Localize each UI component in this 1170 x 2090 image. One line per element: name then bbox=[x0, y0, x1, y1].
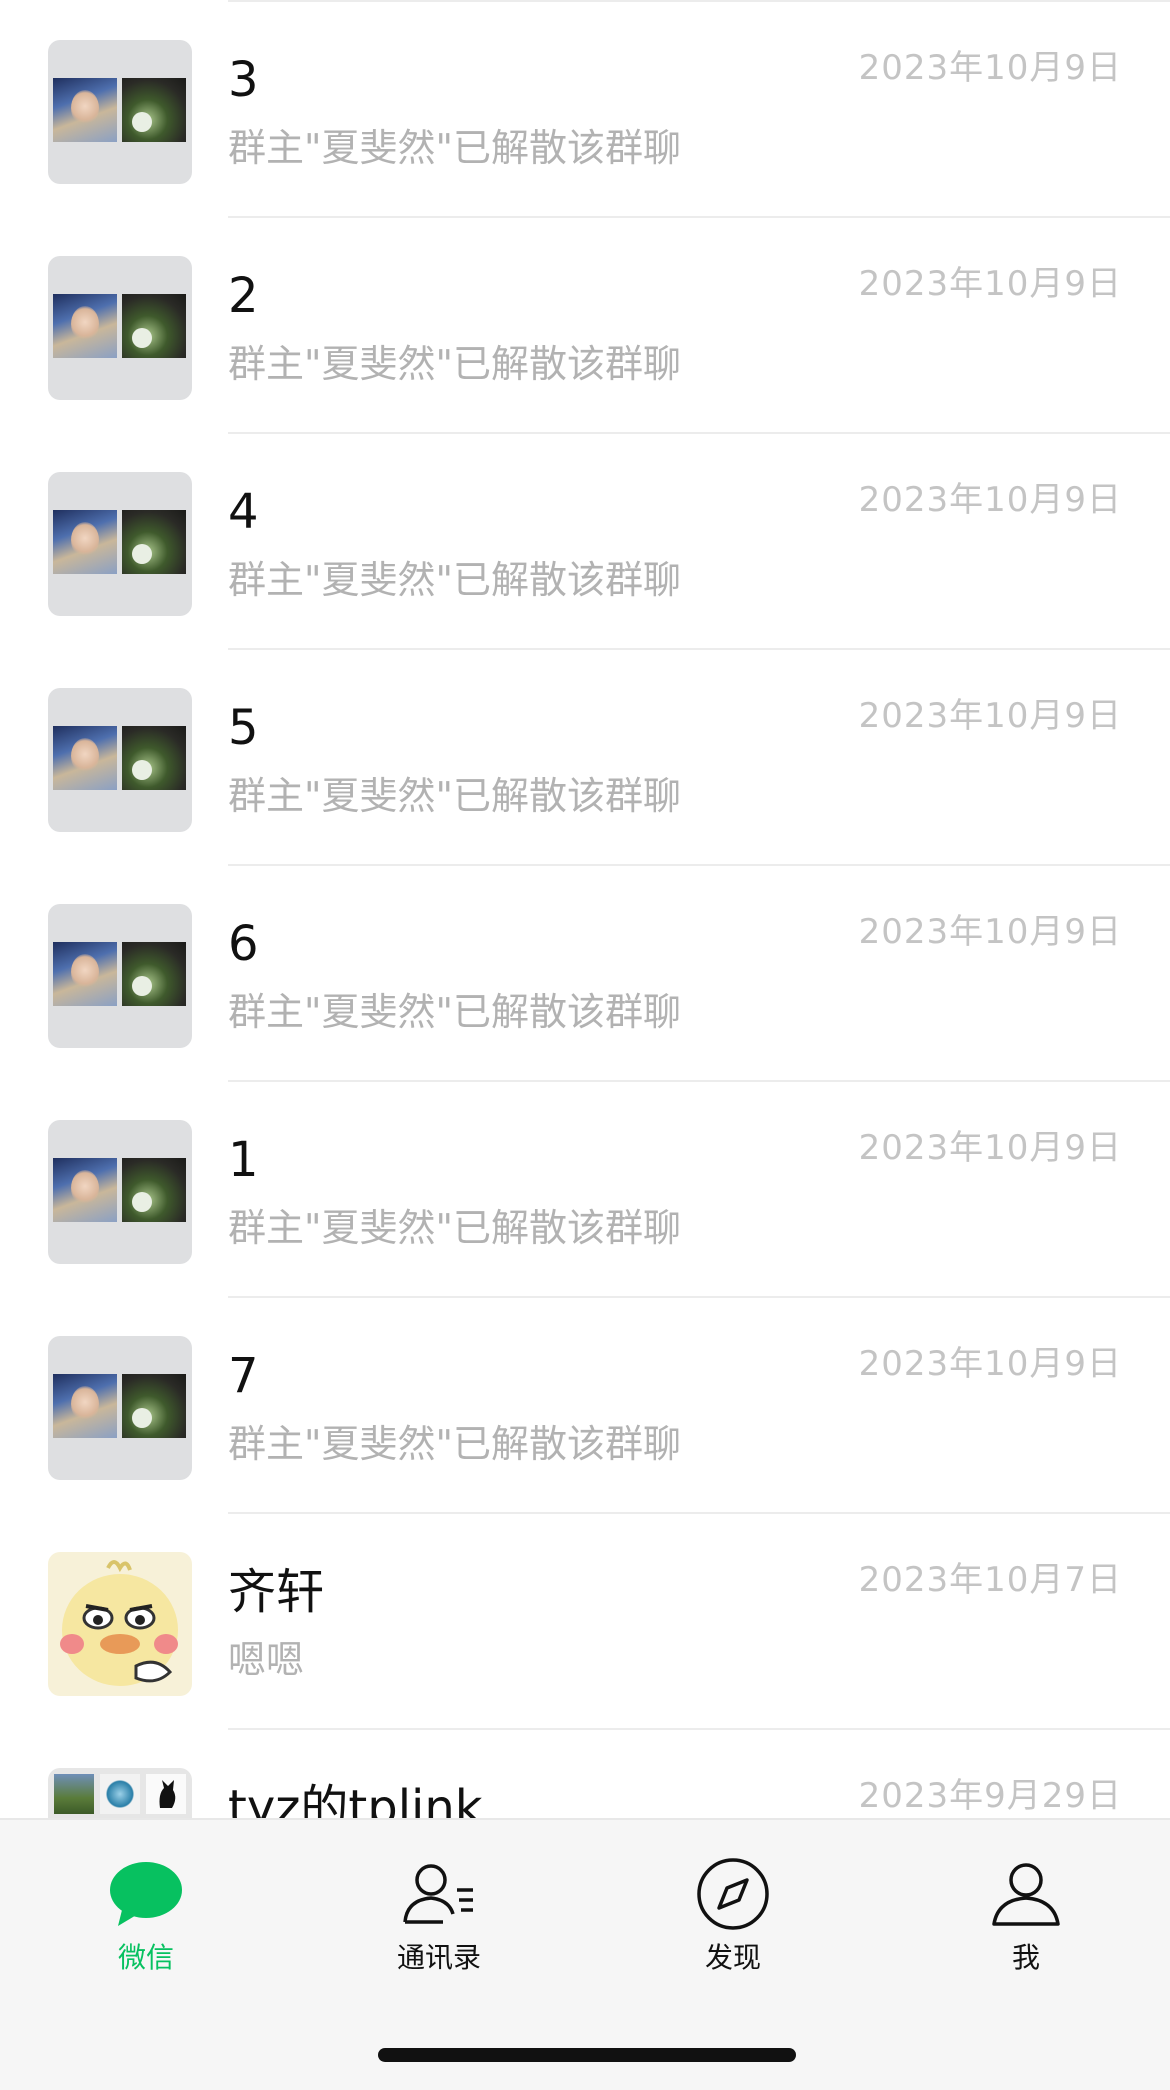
tab-chats[interactable]: 微信 bbox=[46, 1854, 246, 1994]
avatar-photo-portrait bbox=[53, 942, 117, 1006]
chat-time: 2023年9月29日 bbox=[858, 1776, 1122, 1816]
tab-label: 发现 bbox=[704, 1941, 761, 1974]
chat-time: 2023年10月7日 bbox=[858, 1560, 1122, 1600]
tab-label: 我 bbox=[1011, 1941, 1040, 1974]
group-avatar[interactable] bbox=[48, 1336, 192, 1480]
chat-time: 2023年10月9日 bbox=[858, 912, 1122, 952]
tab-label: 通讯录 bbox=[396, 1941, 481, 1974]
group-avatar[interactable] bbox=[48, 472, 192, 616]
contacts-icon bbox=[403, 1864, 473, 1924]
chat-time: 2023年10月9日 bbox=[858, 1344, 1122, 1384]
chat-preview: 群主"夏斐然"已解散该群聊 bbox=[228, 126, 681, 170]
avatar-photo-flowers bbox=[122, 510, 186, 574]
chat-row[interactable]: 2 群主"夏斐然"已解散该群聊 2023年10月9日 bbox=[0, 216, 1170, 432]
chat-row[interactable]: 5 群主"夏斐然"已解散该群聊 2023年10月9日 bbox=[0, 648, 1170, 864]
divider bbox=[228, 1512, 1170, 1514]
avatar-photo-flowers bbox=[122, 942, 186, 1006]
chat-title: 6 bbox=[228, 916, 259, 972]
duck-sticker-icon bbox=[60, 1560, 178, 1686]
group-avatar[interactable] bbox=[48, 904, 192, 1048]
divider bbox=[228, 864, 1170, 866]
divider bbox=[228, 1080, 1170, 1082]
divider bbox=[228, 648, 1170, 650]
chat-row[interactable]: 4 群主"夏斐然"已解散该群聊 2023年10月9日 bbox=[0, 432, 1170, 648]
tab-label: 微信 bbox=[117, 1941, 174, 1974]
chat-time: 2023年10月9日 bbox=[858, 696, 1122, 736]
chat-time: 2023年10月9日 bbox=[858, 48, 1122, 88]
avatar-photo-portrait bbox=[53, 78, 117, 142]
chat-title: 齐轩 bbox=[228, 1564, 325, 1620]
divider bbox=[228, 216, 1170, 218]
avatar-photo-cat bbox=[146, 1774, 186, 1814]
avatar-photo-portrait bbox=[53, 1158, 117, 1222]
tab-discover[interactable]: 发现 bbox=[633, 1854, 833, 1994]
group-avatar[interactable] bbox=[48, 688, 192, 832]
chat-title: 5 bbox=[228, 700, 259, 756]
chat-row[interactable]: 3 群主"夏斐然"已解散该群聊 2023年10月9日 bbox=[0, 0, 1170, 216]
avatar-photo-portrait bbox=[53, 726, 117, 790]
chat-preview: 群主"夏斐然"已解散该群聊 bbox=[228, 1206, 681, 1250]
chat-preview: 群主"夏斐然"已解散该群聊 bbox=[228, 1422, 681, 1466]
chat-time: 2023年10月9日 bbox=[858, 480, 1122, 520]
avatar-photo-portrait bbox=[53, 510, 117, 574]
chat-title: 3 bbox=[228, 52, 259, 108]
chat-time: 2023年10月9日 bbox=[858, 264, 1122, 304]
chat-row[interactable]: 1 群主"夏斐然"已解散该群聊 2023年10月9日 bbox=[0, 1080, 1170, 1296]
divider bbox=[228, 0, 1170, 2]
group-avatar[interactable] bbox=[48, 256, 192, 400]
chat-row[interactable]: 齐轩 嗯嗯 2023年10月7日 bbox=[0, 1512, 1170, 1728]
chat-title: 2 bbox=[228, 268, 259, 324]
avatar-photo-landscape bbox=[54, 1774, 94, 1814]
avatar-photo-flowers bbox=[122, 1158, 186, 1222]
chat-list: 3 群主"夏斐然"已解散该群聊 2023年10月9日 2 群主"夏斐然"已解散该… bbox=[0, 0, 1170, 1944]
avatar-photo-water bbox=[100, 1774, 140, 1814]
chat-preview: 群主"夏斐然"已解散该群聊 bbox=[228, 990, 681, 1034]
tab-me[interactable]: 我 bbox=[926, 1854, 1126, 1994]
chat-preview: 嗯嗯 bbox=[228, 1638, 305, 1682]
person-icon bbox=[992, 1863, 1060, 1926]
chat-time: 2023年10月9日 bbox=[858, 1128, 1122, 1168]
avatar-photo-portrait bbox=[53, 1374, 117, 1438]
avatar-photo-flowers bbox=[122, 1374, 186, 1438]
chat-preview: 群主"夏斐然"已解散该群聊 bbox=[228, 774, 681, 818]
avatar-photo-flowers bbox=[122, 726, 186, 790]
divider bbox=[228, 1296, 1170, 1298]
tab-contacts[interactable]: 通讯录 bbox=[339, 1854, 539, 1994]
cat-silhouette-icon bbox=[159, 1780, 176, 1808]
chat-row[interactable]: 6 群主"夏斐然"已解散该群聊 2023年10月9日 bbox=[0, 864, 1170, 1080]
avatar-photo-flowers bbox=[122, 78, 186, 142]
contact-avatar[interactable] bbox=[48, 1552, 192, 1696]
chat-title: 4 bbox=[228, 484, 259, 540]
group-avatar[interactable] bbox=[48, 40, 192, 184]
compass-icon bbox=[697, 1858, 769, 1930]
chat-preview: 群主"夏斐然"已解散该群聊 bbox=[228, 558, 681, 602]
avatar-photo-flowers bbox=[122, 294, 186, 358]
avatar-photo-portrait bbox=[53, 294, 117, 358]
chat-row[interactable]: 7 群主"夏斐然"已解散该群聊 2023年10月9日 bbox=[0, 1296, 1170, 1512]
chat-title: 7 bbox=[228, 1348, 259, 1404]
divider bbox=[228, 1728, 1170, 1730]
chat-title: 1 bbox=[228, 1132, 259, 1188]
home-indicator[interactable] bbox=[378, 2048, 796, 2062]
chat-preview: 群主"夏斐然"已解散该群聊 bbox=[228, 342, 681, 386]
group-avatar[interactable] bbox=[48, 1120, 192, 1264]
chat-bubble-icon bbox=[110, 1862, 182, 1926]
divider bbox=[228, 432, 1170, 434]
